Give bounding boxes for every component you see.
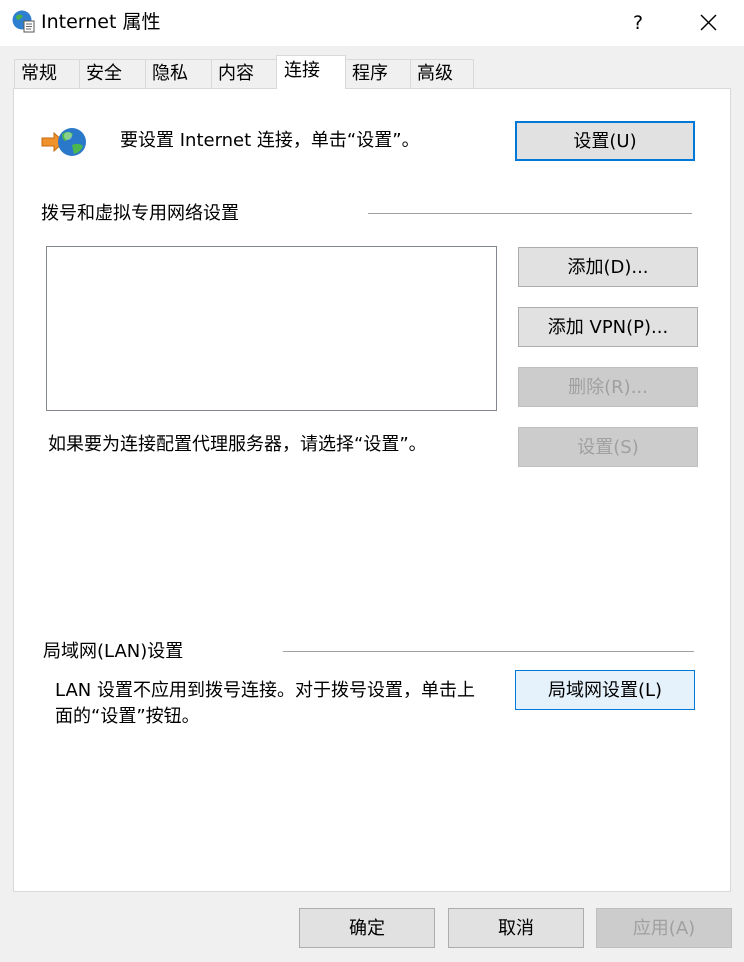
add-button[interactable]: 添加(D)...: [518, 247, 698, 287]
dialup-group-divider: [368, 213, 692, 214]
setup-description: 要设置 Internet 连接，单击“设置”。: [120, 130, 420, 151]
tab-privacy[interactable]: 隐私: [145, 59, 212, 88]
cancel-button[interactable]: 取消: [448, 908, 584, 948]
remove-button[interactable]: 删除(R)...: [518, 367, 698, 407]
tab-label: 内容: [218, 63, 254, 84]
tab-content[interactable]: 内容: [211, 59, 277, 88]
proxy-description: 如果要为连接配置代理服务器，请选择“设置”。: [48, 434, 427, 455]
setup-button[interactable]: 设置(U): [515, 121, 695, 161]
tab-advanced[interactable]: 高级: [410, 59, 474, 88]
add-vpn-button[interactable]: 添加 VPN(P)...: [518, 307, 698, 347]
lan-group-divider: [283, 651, 694, 652]
ok-button[interactable]: 确定: [299, 908, 435, 948]
internet-properties-dialog: Internet 属性 ? 常规 安全 隐私 内容 连接 程序 高级 要设置 I…: [0, 0, 744, 962]
connections-list[interactable]: [46, 246, 497, 411]
tab-label: 程序: [352, 63, 388, 84]
tab-general[interactable]: 常规: [14, 59, 80, 88]
title-bar[interactable]: Internet 属性 ?: [0, 0, 744, 46]
close-button[interactable]: [688, 8, 728, 38]
apply-button[interactable]: 应用(A): [596, 908, 732, 948]
tab-label: 连接: [284, 60, 320, 81]
network-setup-icon: [40, 125, 90, 161]
tab-connections[interactable]: 连接: [276, 55, 346, 89]
tab-label: 安全: [86, 63, 122, 84]
dialup-group-label: 拨号和虚拟专用网络设置: [41, 203, 239, 224]
window-title: Internet 属性: [41, 11, 161, 33]
globe-document-icon: [11, 9, 35, 33]
close-icon: [700, 14, 717, 31]
lan-description-line2: 面的“设置”按钮。: [55, 706, 200, 727]
tab-security[interactable]: 安全: [79, 59, 146, 88]
tab-programs[interactable]: 程序: [345, 59, 411, 88]
lan-description-line1: LAN 设置不应用到拨号连接。对于拨号设置，单击上: [55, 680, 475, 701]
tab-label: 高级: [417, 63, 453, 84]
tab-label: 隐私: [152, 63, 188, 84]
lan-group-label: 局域网(LAN)设置: [43, 641, 184, 662]
lan-settings-button[interactable]: 局域网设置(L): [515, 670, 695, 710]
tab-label: 常规: [21, 63, 57, 84]
dialup-settings-button[interactable]: 设置(S): [518, 427, 698, 467]
help-button[interactable]: ?: [620, 8, 656, 38]
